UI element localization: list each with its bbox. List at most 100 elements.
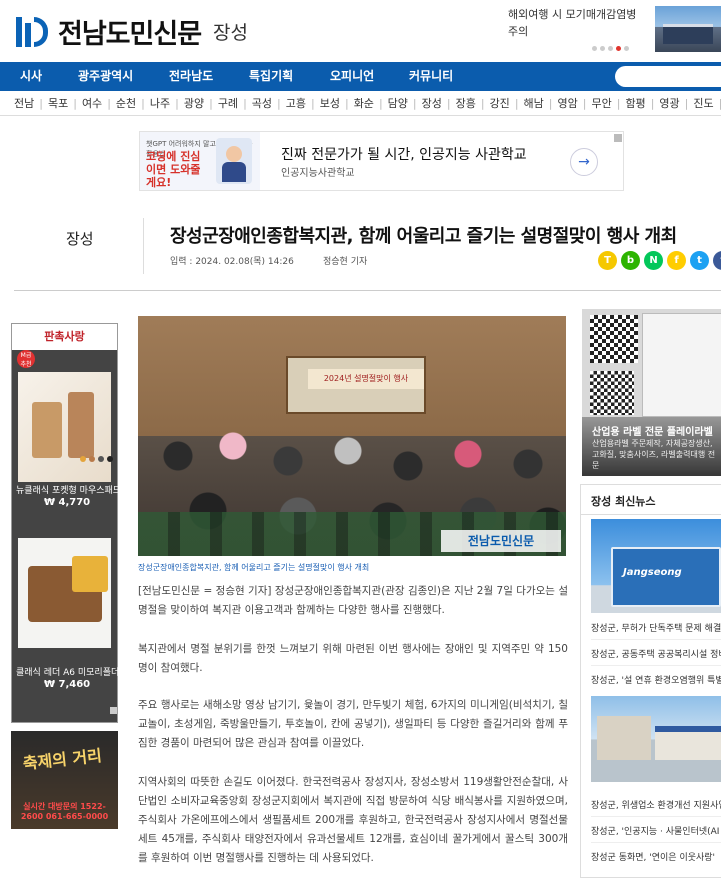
nav-item-opinion[interactable]: 오피니언: [330, 62, 374, 91]
ad-thumbnail: 챗GPT 어려워하지 말고 돈을 부르는 활용법 코딩에 진심이면 도와줄게요!: [140, 132, 260, 190]
region-link[interactable]: 나주: [150, 95, 170, 111]
region-link[interactable]: 곡성: [252, 95, 272, 111]
label-sample: [642, 313, 721, 417]
color-swatches: [80, 456, 113, 462]
nav-item-jeonnam[interactable]: 전라남도: [169, 62, 213, 91]
news-item[interactable]: 장성군, 무허가 단독주택 문제 해결: [591, 621, 721, 634]
ad-scroll-icon[interactable]: [110, 707, 117, 714]
promo-pager[interactable]: [592, 46, 629, 51]
news-item[interactable]: 장성군, '인공지능 · 사물인터넷(AI: [591, 824, 719, 837]
share-button-icon[interactable]: T: [598, 251, 617, 270]
region-link[interactable]: 영암: [558, 95, 578, 111]
left-ad-brand: 판촉사랑: [12, 324, 117, 350]
region-link[interactable]: 구례: [218, 95, 238, 111]
region-separator: |: [141, 96, 145, 110]
news-image[interactable]: [591, 696, 721, 782]
article-paragraph: 복지관에서 명절 분위기를 한껏 느껴보기 위해 마련된 이번 행사에는 장애인…: [138, 643, 568, 674]
nav-item-sisa[interactable]: 시사: [20, 62, 42, 91]
logo-mark-icon: [16, 15, 50, 49]
qr-code-icon: [590, 371, 634, 415]
region-link[interactable]: 고흥: [286, 95, 306, 111]
article-category[interactable]: 장성: [66, 228, 94, 249]
region-link[interactable]: 장흥: [456, 95, 476, 111]
region-link[interactable]: 담양: [388, 95, 408, 111]
photo-caption: 장성군장애인종합복지관, 함께 어울리고 즐기는 설명절맞이 행사 개최: [138, 563, 370, 572]
region-link[interactable]: 함평: [625, 95, 645, 111]
right-ad-desc: 산업용라벨 주문제작, 자체공장생산, 고화질, 맞춤사이즈, 라벨출력대행 전…: [592, 439, 716, 470]
latest-news-title[interactable]: 장성 최신뉴스: [591, 493, 656, 509]
nav-item-special[interactable]: 특집기획: [249, 62, 293, 91]
region-separator: |: [650, 96, 655, 110]
top-promo-link[interactable]: 해외여행 시 모기매개감염병 주의: [508, 6, 648, 40]
region-link[interactable]: 목포: [48, 95, 68, 111]
share-button-icon[interactable]: b: [621, 251, 640, 270]
region-link[interactable]: 장성: [422, 95, 442, 111]
product-price: ₩ 4,770: [44, 497, 91, 508]
share-button-icon[interactable]: N: [644, 251, 663, 270]
product-image[interactable]: [18, 372, 111, 482]
region-separator: |: [378, 96, 383, 110]
article-reporter[interactable]: 정승현 기자: [323, 254, 367, 267]
region-link[interactable]: 화순: [354, 95, 374, 111]
news-item[interactable]: 장성군, 공동주택 공공복리시설 정비: [591, 647, 721, 660]
region-link[interactable]: 전남: [14, 95, 34, 111]
share-button-icon[interactable]: f: [667, 251, 686, 270]
right-ad[interactable]: 산업용 라벨 전문 플레이라벨 산업용라벨 주문제작, 자체공장생산, 고화질,…: [582, 309, 721, 476]
region-separator: |: [480, 96, 485, 110]
article-paragraph: 지역사회의 따뜻한 손길도 이어졌다. 한국전력공사 장성지사, 장성소방서 1…: [138, 776, 568, 864]
region-link[interactable]: 보성: [320, 95, 340, 111]
color-swatch[interactable]: [98, 456, 104, 462]
region-separator: |: [616, 96, 621, 110]
promo-thumbnail[interactable]: [655, 6, 721, 52]
nav-item-community[interactable]: 커뮤니티: [409, 62, 453, 91]
left-ad-festival[interactable]: 축제의 거리 실시간 대방문의 1522-2600 061-665-0000: [11, 731, 118, 829]
region-separator: |: [412, 96, 417, 110]
share-button-icon[interactable]: f: [713, 251, 721, 270]
news-item[interactable]: 장성군, '설 연휴 환경오염행위 특별: [591, 673, 721, 686]
product-name[interactable]: 클래식 레더 A6 미모리폴더: [16, 665, 119, 678]
news-image-text: Jangseong: [623, 567, 682, 578]
ad-banner[interactable]: 챗GPT 어려워하지 말고 돈을 부르는 활용법 코딩에 진심이면 도와줄게요!…: [139, 131, 624, 191]
region-separator: |: [209, 96, 213, 110]
main-nav: 시사 광주광역시 전라남도 특집기획 오피니언 커뮤니티: [0, 62, 721, 91]
product-name[interactable]: 뉴클래식 포켓형 마우스패드: [16, 483, 121, 496]
ad-close-icon[interactable]: [614, 134, 622, 142]
latest-news: 장성 최신뉴스 Jangseong 장성군, 무허가 단독주택 문제 해결 장성…: [580, 484, 721, 878]
person-icon: [216, 138, 252, 184]
news-item[interactable]: 장성군 동화면, '연이은 이웃사랑': [591, 850, 715, 863]
color-swatch[interactable]: [89, 456, 95, 462]
region-separator: |: [175, 96, 179, 110]
site-logo[interactable]: 전남도민신문 장성: [16, 12, 248, 51]
region-separator: |: [582, 96, 587, 110]
region-separator: |: [684, 96, 689, 110]
color-swatch[interactable]: [107, 456, 113, 462]
product-price: ₩ 7,460: [44, 679, 91, 690]
region-link[interactable]: 순천: [116, 95, 136, 111]
region-link[interactable]: 강진: [490, 95, 510, 111]
divider: [14, 290, 721, 291]
photo-banner: 2024년 설명절맞이 행사: [308, 369, 424, 389]
region-link[interactable]: 진도: [693, 95, 713, 111]
share-button-icon[interactable]: t: [690, 251, 709, 270]
logo-text: 전남도민신문: [58, 19, 202, 50]
left-ad[interactable]: 판촉사랑 M급 추천 뉴클래식 포켓형 마우스패드 ₩ 4,770 클래식 레더…: [11, 323, 121, 723]
region-link[interactable]: 영광: [659, 95, 679, 111]
arrow-right-icon[interactable]: →: [570, 148, 598, 176]
region-link[interactable]: 해남: [524, 95, 544, 111]
region-separator: |: [446, 96, 451, 110]
region-bar: 전남 | 목포 | 여수 | 순천 | 나주 | 광양 | 구례 | 곡성 | 고흥 | 보성 | 화순 | 담양 | 장성 | 장…: [0, 91, 721, 116]
nav-item-gwangju[interactable]: 광주광역시: [78, 62, 133, 91]
region-link[interactable]: 무안: [591, 95, 611, 111]
search-input[interactable]: [615, 66, 721, 87]
region-separator: |: [514, 96, 519, 110]
share-buttons: TbNftf: [598, 251, 721, 270]
news-item[interactable]: 장성군, 위생업소 환경개선 지원사업: [591, 798, 721, 811]
region-separator: |: [73, 96, 77, 110]
region-link[interactable]: 여수: [82, 95, 102, 111]
product-image[interactable]: [18, 538, 111, 648]
news-image[interactable]: Jangseong: [591, 519, 721, 613]
color-swatch[interactable]: [80, 456, 86, 462]
region-separator: |: [107, 96, 111, 110]
region-link[interactable]: 광양: [184, 95, 204, 111]
article-photo[interactable]: 2024년 설명절맞이 행사 전남도민신문: [138, 316, 566, 556]
